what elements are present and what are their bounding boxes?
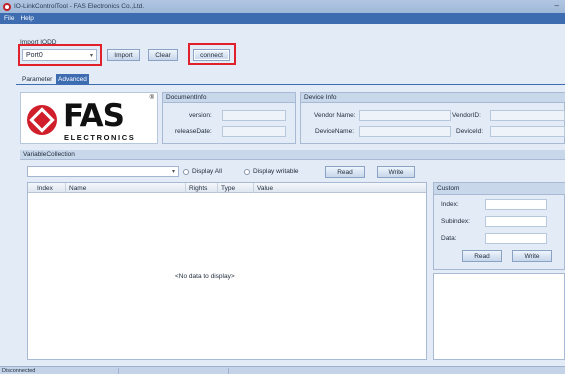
connect-highlight-box: [188, 43, 236, 65]
column-rights[interactable]: Rights: [186, 183, 218, 193]
display-writable-radio[interactable]: Display writable: [244, 168, 299, 175]
status-separator: [118, 368, 119, 374]
device-id-field: [490, 126, 565, 137]
release-date-label: releaseDate:: [175, 128, 212, 135]
column-name[interactable]: Name: [66, 183, 186, 193]
chevron-down-icon: ▾: [171, 169, 175, 175]
menu-bar: File Help: [0, 13, 565, 24]
tab-advanced[interactable]: Advanced: [56, 74, 89, 84]
radio-circle-icon: [244, 168, 250, 175]
custom-data-input[interactable]: [485, 233, 547, 244]
status-bar: Disconnected: [0, 366, 565, 374]
version-field: [222, 110, 286, 121]
port-highlight-box: [18, 44, 102, 66]
column-type[interactable]: Type: [218, 183, 254, 193]
custom-output-area[interactable]: [433, 273, 565, 360]
tab-parameter[interactable]: Parameter: [20, 74, 54, 84]
menu-help[interactable]: Help: [20, 15, 33, 22]
grid-header: Index Name Rights Type Value: [28, 183, 426, 193]
device-name-field: [359, 126, 451, 137]
import-button[interactable]: Import: [107, 49, 140, 61]
app-icon: [3, 2, 11, 11]
title-bar: IO-LinkControlTool - FAS Electronics Co.…: [0, 0, 565, 13]
variable-filter-select[interactable]: ▾: [27, 166, 179, 177]
variable-collection-header: VariableCollection: [20, 150, 565, 160]
empty-grid-message: <No data to display>: [175, 273, 235, 280]
display-all-radio[interactable]: Display All: [183, 168, 222, 175]
variable-grid[interactable]: Index Name Rights Type Value <No data to…: [27, 182, 427, 360]
display-writable-label: Display writable: [253, 168, 299, 175]
custom-subindex-label: Subindex:: [441, 218, 470, 225]
column-index[interactable]: Index: [28, 183, 66, 193]
custom-data-label: Data:: [441, 235, 457, 242]
vendor-id-field: [490, 110, 565, 121]
device-name-label: DeviceName:: [315, 128, 355, 135]
logo-text: FAS: [63, 98, 125, 134]
variables-write-button[interactable]: Write: [377, 166, 415, 178]
custom-header: Custom: [434, 183, 565, 195]
custom-index-input[interactable]: [485, 199, 547, 210]
fas-logo-icon: [27, 105, 57, 135]
document-info-header: DocumentInfo: [163, 93, 295, 103]
window-title: IO-LinkControlTool - FAS Electronics Co.…: [14, 3, 145, 10]
custom-subindex-input[interactable]: [485, 216, 547, 227]
custom-index-label: Index:: [441, 201, 459, 208]
release-date-field: [222, 126, 286, 137]
tab-underline: [16, 84, 565, 85]
menu-file[interactable]: File: [4, 15, 14, 22]
minimize-button[interactable]: –: [555, 1, 559, 10]
display-all-label: Display All: [192, 168, 222, 175]
device-info-header: Device Info: [301, 93, 565, 103]
fas-logo-panel: FAS ELECTRONICS ®: [20, 92, 158, 144]
radio-circle-icon: [183, 168, 189, 175]
clear-button[interactable]: Clear: [148, 49, 178, 61]
vendor-name-field: [359, 110, 451, 121]
column-value[interactable]: Value: [254, 183, 426, 193]
connection-status: Disconnected: [2, 367, 36, 374]
vendor-id-label: VendorID:: [452, 112, 481, 119]
vendor-name-label: Vendor Name:: [314, 112, 356, 119]
registered-mark: ®: [149, 95, 154, 101]
custom-write-button[interactable]: Write: [512, 250, 552, 262]
logo-subtext: ELECTRONICS: [64, 133, 136, 142]
custom-read-button[interactable]: Read: [462, 250, 502, 262]
status-separator: [228, 368, 229, 374]
device-id-label: DeviceId:: [456, 128, 484, 135]
version-label: version:: [189, 112, 212, 119]
variables-read-button[interactable]: Read: [325, 166, 365, 178]
